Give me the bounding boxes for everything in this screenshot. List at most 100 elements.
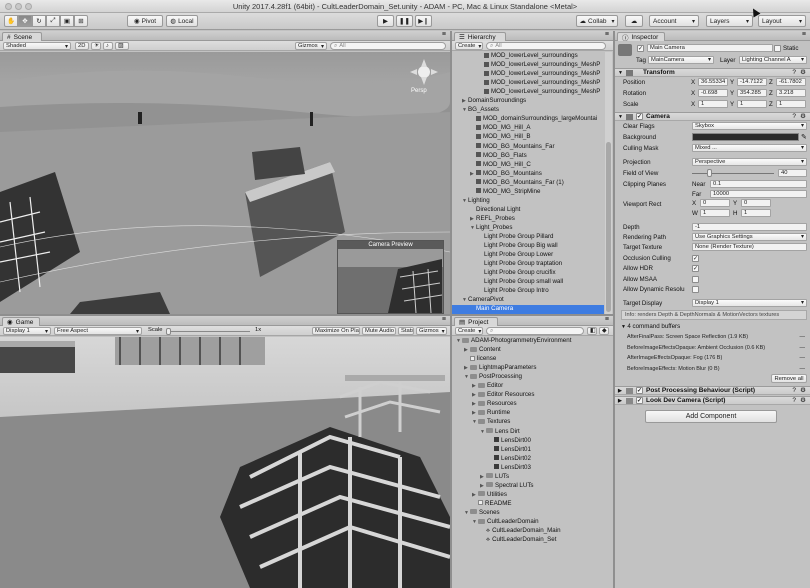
- help-icon[interactable]: ?: [792, 113, 796, 121]
- filter-label-icon[interactable]: ◆: [599, 327, 609, 335]
- aspect-dropdown[interactable]: Free Aspect: [54, 327, 142, 335]
- help-icon[interactable]: ?: [792, 69, 796, 77]
- collab-dropdown[interactable]: ☁ Collab: [576, 15, 618, 27]
- transform-pos-y-field[interactable]: -14.7122: [737, 78, 767, 86]
- hierarchy-item[interactable]: MOD_MG_Hill_A: [452, 124, 604, 133]
- viewport-h-field[interactable]: 1: [741, 209, 771, 217]
- lighting-toggle-icon[interactable]: ☀: [91, 42, 101, 50]
- project-item[interactable]: ▶ Utilities: [452, 491, 613, 500]
- eyedropper-icon[interactable]: ✎: [801, 133, 807, 141]
- clear-flags-dropdown[interactable]: Skybox: [692, 122, 807, 130]
- post-processing-enabled-checkbox[interactable]: ✓: [636, 387, 643, 394]
- vertical-splitter[interactable]: [613, 31, 615, 588]
- scale-slider[interactable]: [168, 331, 250, 332]
- transform-scl-z-field[interactable]: 1: [776, 100, 806, 108]
- transform-rot-z-field[interactable]: 3.218: [776, 89, 806, 97]
- hierarchy-search-input[interactable]: ⌕ All: [486, 42, 606, 50]
- hierarchy-item[interactable]: Light Probe Group Pillard: [452, 233, 604, 242]
- remove-icon[interactable]: —: [800, 364, 806, 374]
- fov-slider-handle[interactable]: [707, 169, 712, 177]
- remove-icon[interactable]: —: [800, 332, 806, 342]
- project-search-input[interactable]: ⌕: [486, 327, 584, 335]
- hierarchy-item[interactable]: Light Probe Group Big wall: [452, 242, 604, 251]
- transform-scl-x-field[interactable]: 1: [698, 100, 728, 108]
- pivot-toggle-button[interactable]: ◉ Pivot: [127, 15, 163, 27]
- hierarchy-item[interactable]: MOD_BG_Mountains_Far (1): [452, 179, 604, 188]
- tab-game[interactable]: ◉ Game: [2, 317, 40, 326]
- scrollbar-thumb[interactable]: [606, 142, 611, 312]
- transform-header[interactable]: ▼ Transform ? ⚙: [615, 68, 810, 77]
- target-texture-field[interactable]: None (Render Texture): [692, 243, 807, 251]
- look-dev-enabled-checkbox[interactable]: ✓: [636, 397, 643, 404]
- allow-msaa-checkbox[interactable]: [692, 276, 699, 283]
- hierarchy-item[interactable]: MOD_lowerLevel_surroundings_MeshP: [452, 79, 604, 88]
- project-item[interactable]: ▶ Editor Resources: [452, 391, 613, 400]
- project-item[interactable]: ▶ LightmapParameters: [452, 364, 613, 373]
- project-item[interactable]: LensDirt00: [452, 437, 613, 446]
- panel-menu-icon[interactable]: ≡: [442, 316, 446, 323]
- hierarchy-item[interactable]: MOD_lowerLevel_surroundings_MeshP: [452, 61, 604, 70]
- 2d-toggle-button[interactable]: 2D: [75, 42, 89, 50]
- transform-pos-z-field[interactable]: -61.7802: [776, 78, 806, 86]
- hierarchy-item[interactable]: ▶ DomainSurroundings: [452, 97, 604, 106]
- help-icon[interactable]: ?: [792, 397, 796, 405]
- hierarchy-item[interactable]: MOD_lowerLevel_surroundings: [452, 52, 604, 61]
- panel-menu-icon[interactable]: ≡: [442, 31, 446, 38]
- project-item[interactable]: ⟡ CultLeaderDomain_Main: [452, 527, 613, 536]
- filter-type-icon[interactable]: ◧: [587, 327, 597, 335]
- project-create-dropdown[interactable]: Create: [455, 327, 483, 335]
- project-item[interactable]: ▶ Content: [452, 346, 613, 355]
- project-item[interactable]: ▶ Spectral LUTs: [452, 482, 613, 491]
- layout-dropdown[interactable]: Layout: [758, 15, 806, 27]
- layer-dropdown[interactable]: Lighting Channel A: [739, 56, 807, 64]
- projection-dropdown[interactable]: Perspective: [692, 158, 807, 166]
- rect-tool-icon[interactable]: ▣: [60, 15, 74, 27]
- culling-mask-dropdown[interactable]: Mixed ...: [692, 144, 807, 152]
- help-icon[interactable]: ?: [792, 387, 796, 395]
- gear-icon[interactable]: ⚙: [800, 113, 806, 121]
- tab-hierarchy[interactable]: ☰ Hierarchy: [454, 32, 506, 41]
- display-dropdown[interactable]: Display 1: [3, 327, 51, 335]
- transform-rot-x-field[interactable]: -0.698: [698, 89, 728, 97]
- project-item[interactable]: LensDirt02: [452, 455, 613, 464]
- tab-scene[interactable]: # Scene: [2, 32, 42, 41]
- target-display-dropdown[interactable]: Display 1: [692, 299, 807, 307]
- hierarchy-item[interactable]: ▼Lighting: [452, 197, 604, 206]
- background-color-field[interactable]: [692, 133, 799, 141]
- stats-toggle[interactable]: Stats: [398, 327, 414, 335]
- mute-audio-toggle[interactable]: Mute Audio: [362, 327, 396, 335]
- occlusion-culling-checkbox[interactable]: ✓: [692, 255, 699, 262]
- account-dropdown[interactable]: Account: [649, 15, 699, 27]
- shading-mode-dropdown[interactable]: Shaded: [3, 42, 71, 50]
- depth-field[interactable]: -1: [692, 223, 807, 231]
- pause-button[interactable]: ❚❚: [396, 15, 413, 27]
- hierarchy-item[interactable]: ▼CameraPivot: [452, 296, 604, 305]
- object-name-field[interactable]: Main Camera: [647, 44, 773, 52]
- scene-search-input[interactable]: ⌕ All: [330, 42, 446, 50]
- hierarchy-item[interactable]: ▼Light_Probes: [452, 224, 604, 233]
- post-processing-header[interactable]: ▶ ✓ Post Processing Behaviour (Script) ?…: [615, 386, 810, 395]
- project-item[interactable]: ⟡ CultLeaderDomain_Set: [452, 536, 613, 545]
- move-tool-icon[interactable]: ✥: [18, 15, 32, 27]
- far-field[interactable]: 10000: [710, 190, 807, 198]
- project-item[interactable]: ▶ Resources: [452, 400, 613, 409]
- project-item[interactable]: ▼ Textures: [452, 418, 613, 427]
- hierarchy-item[interactable]: Light Probe Group crucifix: [452, 269, 604, 278]
- hierarchy-item[interactable]: MOD_lowerLevel_surroundings_MeshP: [452, 70, 604, 79]
- transform-pos-x-field[interactable]: 36.55334: [698, 78, 728, 86]
- hierarchy-item[interactable]: MOD_BG_Mountains_Far: [452, 143, 604, 152]
- transform-scl-y-field[interactable]: 1: [737, 100, 767, 108]
- gear-icon[interactable]: ⚙: [800, 69, 806, 77]
- panel-menu-icon[interactable]: ≡: [605, 316, 609, 323]
- scale-tool-icon[interactable]: ⤢: [46, 15, 60, 27]
- remove-all-button[interactable]: Remove all: [771, 374, 807, 383]
- tag-dropdown[interactable]: MainCamera: [648, 56, 714, 64]
- allow-hdr-checkbox[interactable]: ✓: [692, 265, 699, 272]
- tab-inspector[interactable]: ⓘ Inspector: [617, 32, 665, 42]
- local-toggle-button[interactable]: ◍ Local: [166, 15, 198, 27]
- camera-header[interactable]: ▼ ✓ Camera ? ⚙: [615, 112, 810, 121]
- cloud-services-button[interactable]: ☁: [625, 15, 643, 27]
- viewport-x-field[interactable]: 0: [700, 199, 730, 207]
- hierarchy-item[interactable]: ▼BG_Assets: [452, 106, 604, 115]
- tab-project[interactable]: ▤ Project: [454, 317, 498, 326]
